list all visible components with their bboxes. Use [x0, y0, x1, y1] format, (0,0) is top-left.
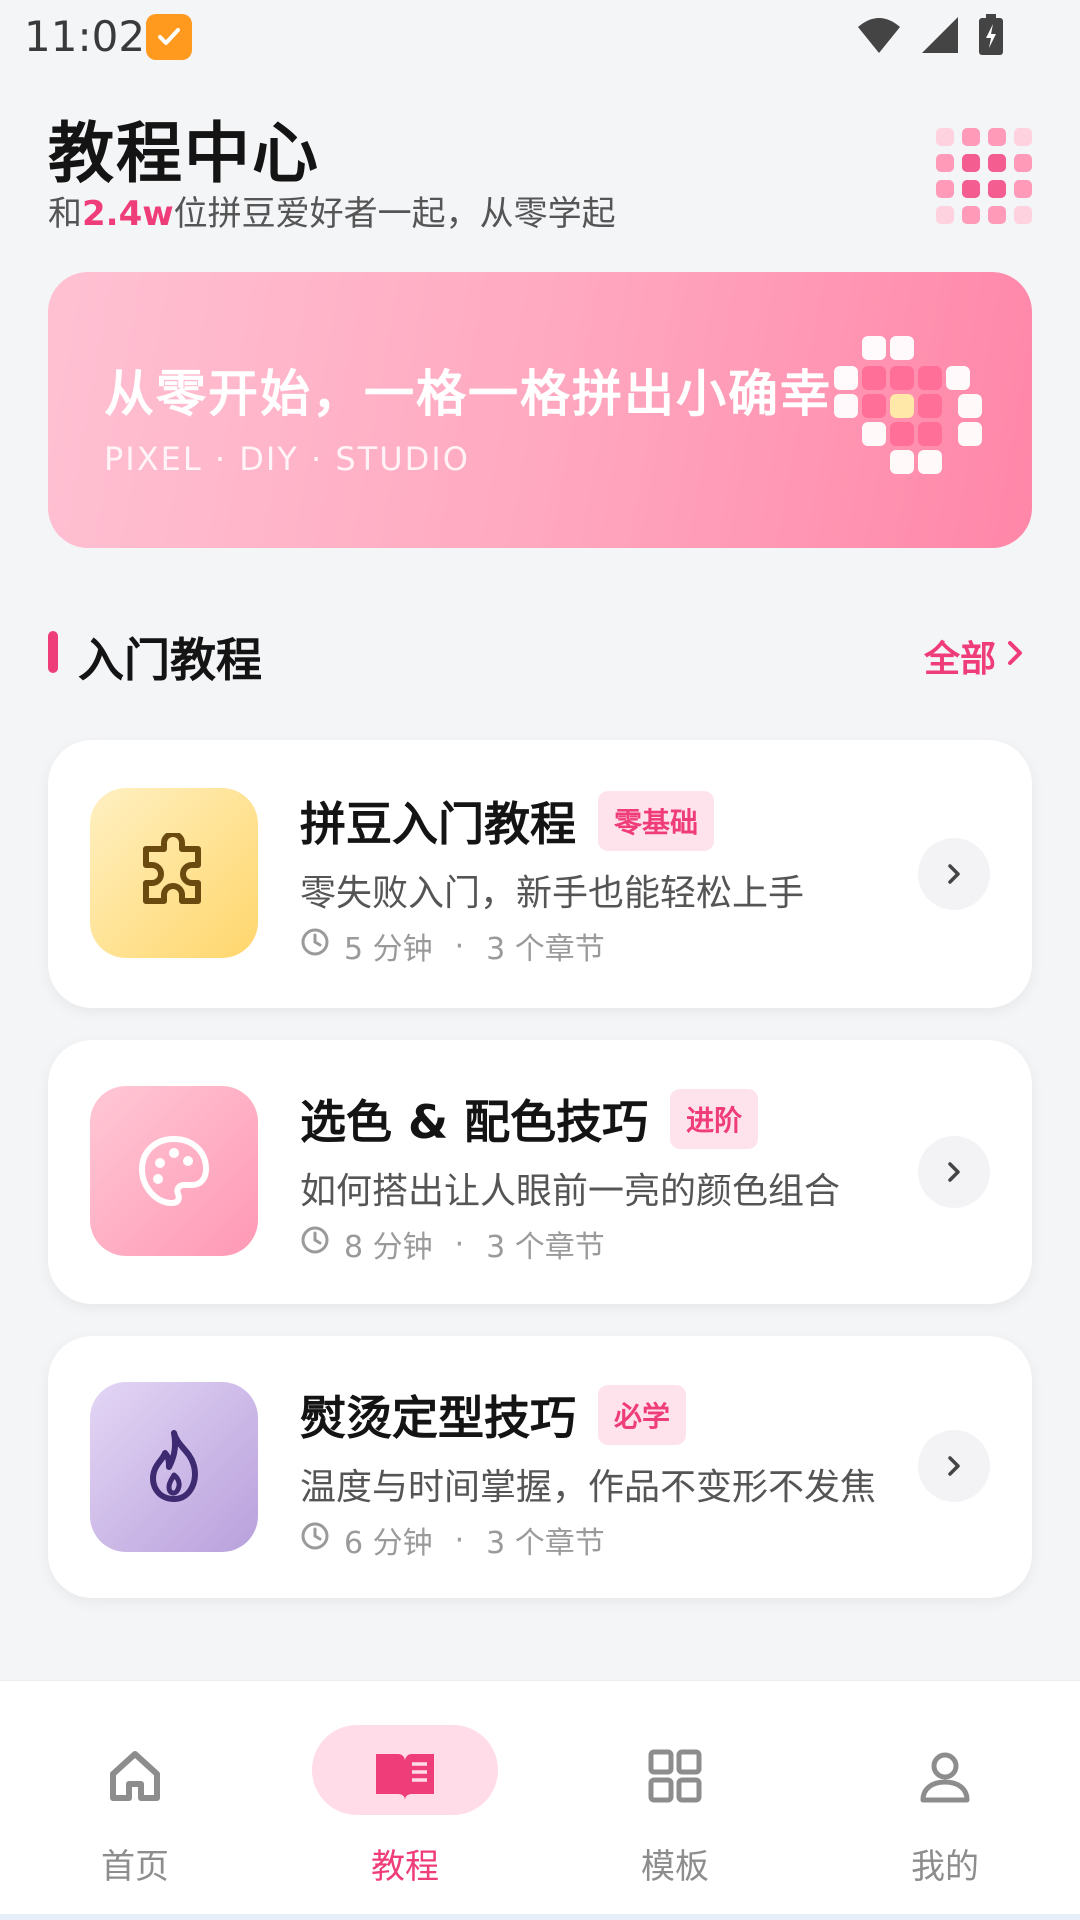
- tutorial-card[interactable]: 熨烫定型技巧 必学 温度与时间掌握，作品不变形不发焦 6 分钟 · 3 个章节: [48, 1336, 1032, 1598]
- view-all-label: 全部: [923, 639, 996, 680]
- pixel-grid-icon: [936, 128, 1032, 224]
- status-indicators: [856, 14, 1004, 60]
- tutorial-center-screen: 11:02 教程中心 和2.4w位拼豆爱好者一起，从零学起 从零开始，一格一格拼…: [0, 0, 1080, 1920]
- card-meta: 6 分钟 · 3 个章节: [300, 1518, 605, 1562]
- status-bar: 11:02: [0, 0, 1080, 76]
- subtitle-prefix: 和: [48, 194, 82, 234]
- nav-label: 教程: [371, 1847, 439, 1887]
- chevron-right-icon: [948, 864, 960, 884]
- pixel-heart-icon: [828, 332, 988, 492]
- hero-banner[interactable]: 从零开始，一格一格拼出小确幸 PIXEL · DIY · STUDIO: [48, 272, 1032, 548]
- card-description: 零失败入门，新手也能轻松上手: [300, 873, 805, 914]
- grid-icon: [640, 1741, 710, 1811]
- page-title: 教程中心: [48, 115, 320, 192]
- card-meta: 5 分钟 · 3 个章节: [300, 924, 605, 968]
- book-icon: [370, 1741, 440, 1811]
- clock-icon: [300, 927, 330, 965]
- meta-separator: ·: [454, 928, 465, 964]
- tutorial-card[interactable]: 选色 & 配色技巧 进阶 如何搭出让人眼前一亮的颜色组合 8 分钟 · 3 个章…: [48, 1040, 1032, 1304]
- card-title-row: 拼豆入门教程 零基础: [300, 788, 715, 854]
- flame-icon: [90, 1382, 258, 1552]
- chapter-count: 3 个章节: [486, 932, 605, 967]
- duration: 6 分钟: [344, 1526, 433, 1561]
- battery-icon: [978, 14, 1004, 60]
- card-description: 如何搭出让人眼前一亮的颜色组合: [300, 1171, 841, 1212]
- page-subtitle: 和2.4w位拼豆爱好者一起，从零学起: [48, 186, 616, 235]
- meta-separator: ·: [454, 1522, 465, 1558]
- nav-item-templates[interactable]: 模板: [540, 1681, 810, 1920]
- clock-icon: [300, 1225, 330, 1263]
- chevron-right-icon: [1006, 636, 1024, 677]
- card-title: 熨烫定型技巧: [300, 1391, 576, 1445]
- banner-title: 从零开始，一格一格拼出小确幸: [104, 365, 832, 423]
- nav-item-profile[interactable]: 我的: [810, 1681, 1080, 1920]
- chapter-count: 3 个章节: [486, 1526, 605, 1561]
- chapter-count: 3 个章节: [486, 1230, 605, 1265]
- open-tutorial-button[interactable]: [918, 1136, 990, 1208]
- clock-icon: [300, 1521, 330, 1559]
- nav-label: 我的: [911, 1847, 979, 1887]
- view-all-link[interactable]: 全部: [924, 630, 1024, 682]
- open-tutorial-button[interactable]: [918, 838, 990, 910]
- open-tutorial-button[interactable]: [918, 1430, 990, 1502]
- card-title-row: 选色 & 配色技巧 进阶: [300, 1086, 759, 1152]
- level-badge: 零基础: [598, 791, 715, 851]
- card-meta: 8 分钟 · 3 个章节: [300, 1222, 605, 1266]
- chevron-right-icon: [948, 1162, 960, 1182]
- duration: 8 分钟: [344, 1230, 433, 1265]
- nav-label: 首页: [101, 1847, 169, 1887]
- nav-item-tutorials[interactable]: 教程: [270, 1681, 540, 1920]
- nav-label: 模板: [641, 1847, 709, 1887]
- card-description: 温度与时间掌握，作品不变形不发焦: [300, 1467, 877, 1508]
- duration: 5 分钟: [344, 932, 433, 967]
- subtitle-suffix: 位拼豆爱好者一起，从零学起: [173, 194, 616, 234]
- level-badge: 必学: [598, 1385, 687, 1445]
- banner-subtitle: PIXEL · DIY · STUDIO: [104, 440, 470, 478]
- bottom-nav: 首页 教程 模板 我的: [0, 1680, 1080, 1920]
- card-title: 选色 & 配色技巧: [300, 1095, 649, 1149]
- nav-item-home[interactable]: 首页: [0, 1681, 270, 1920]
- card-title: 拼豆入门教程: [300, 797, 576, 851]
- section-accent-bar: [48, 631, 58, 673]
- level-badge: 进阶: [670, 1089, 759, 1149]
- gesture-bar: [0, 1914, 1080, 1920]
- member-count: 2.4w: [82, 194, 174, 234]
- card-title-row: 熨烫定型技巧 必学: [300, 1382, 687, 1448]
- user-icon: [910, 1741, 980, 1811]
- section-title: 入门教程: [78, 633, 262, 687]
- app-notification-icon: [146, 14, 192, 60]
- chevron-right-icon: [948, 1456, 960, 1476]
- meta-separator: ·: [454, 1226, 465, 1262]
- palette-icon: [90, 1086, 258, 1256]
- status-time: 11:02: [24, 12, 146, 61]
- home-icon: [100, 1741, 170, 1811]
- puzzle-icon: [90, 788, 258, 958]
- tutorial-card[interactable]: 拼豆入门教程 零基础 零失败入门，新手也能轻松上手 5 分钟 · 3 个章节: [48, 740, 1032, 1008]
- wifi-icon: [856, 15, 902, 59]
- signal-icon: [920, 15, 960, 59]
